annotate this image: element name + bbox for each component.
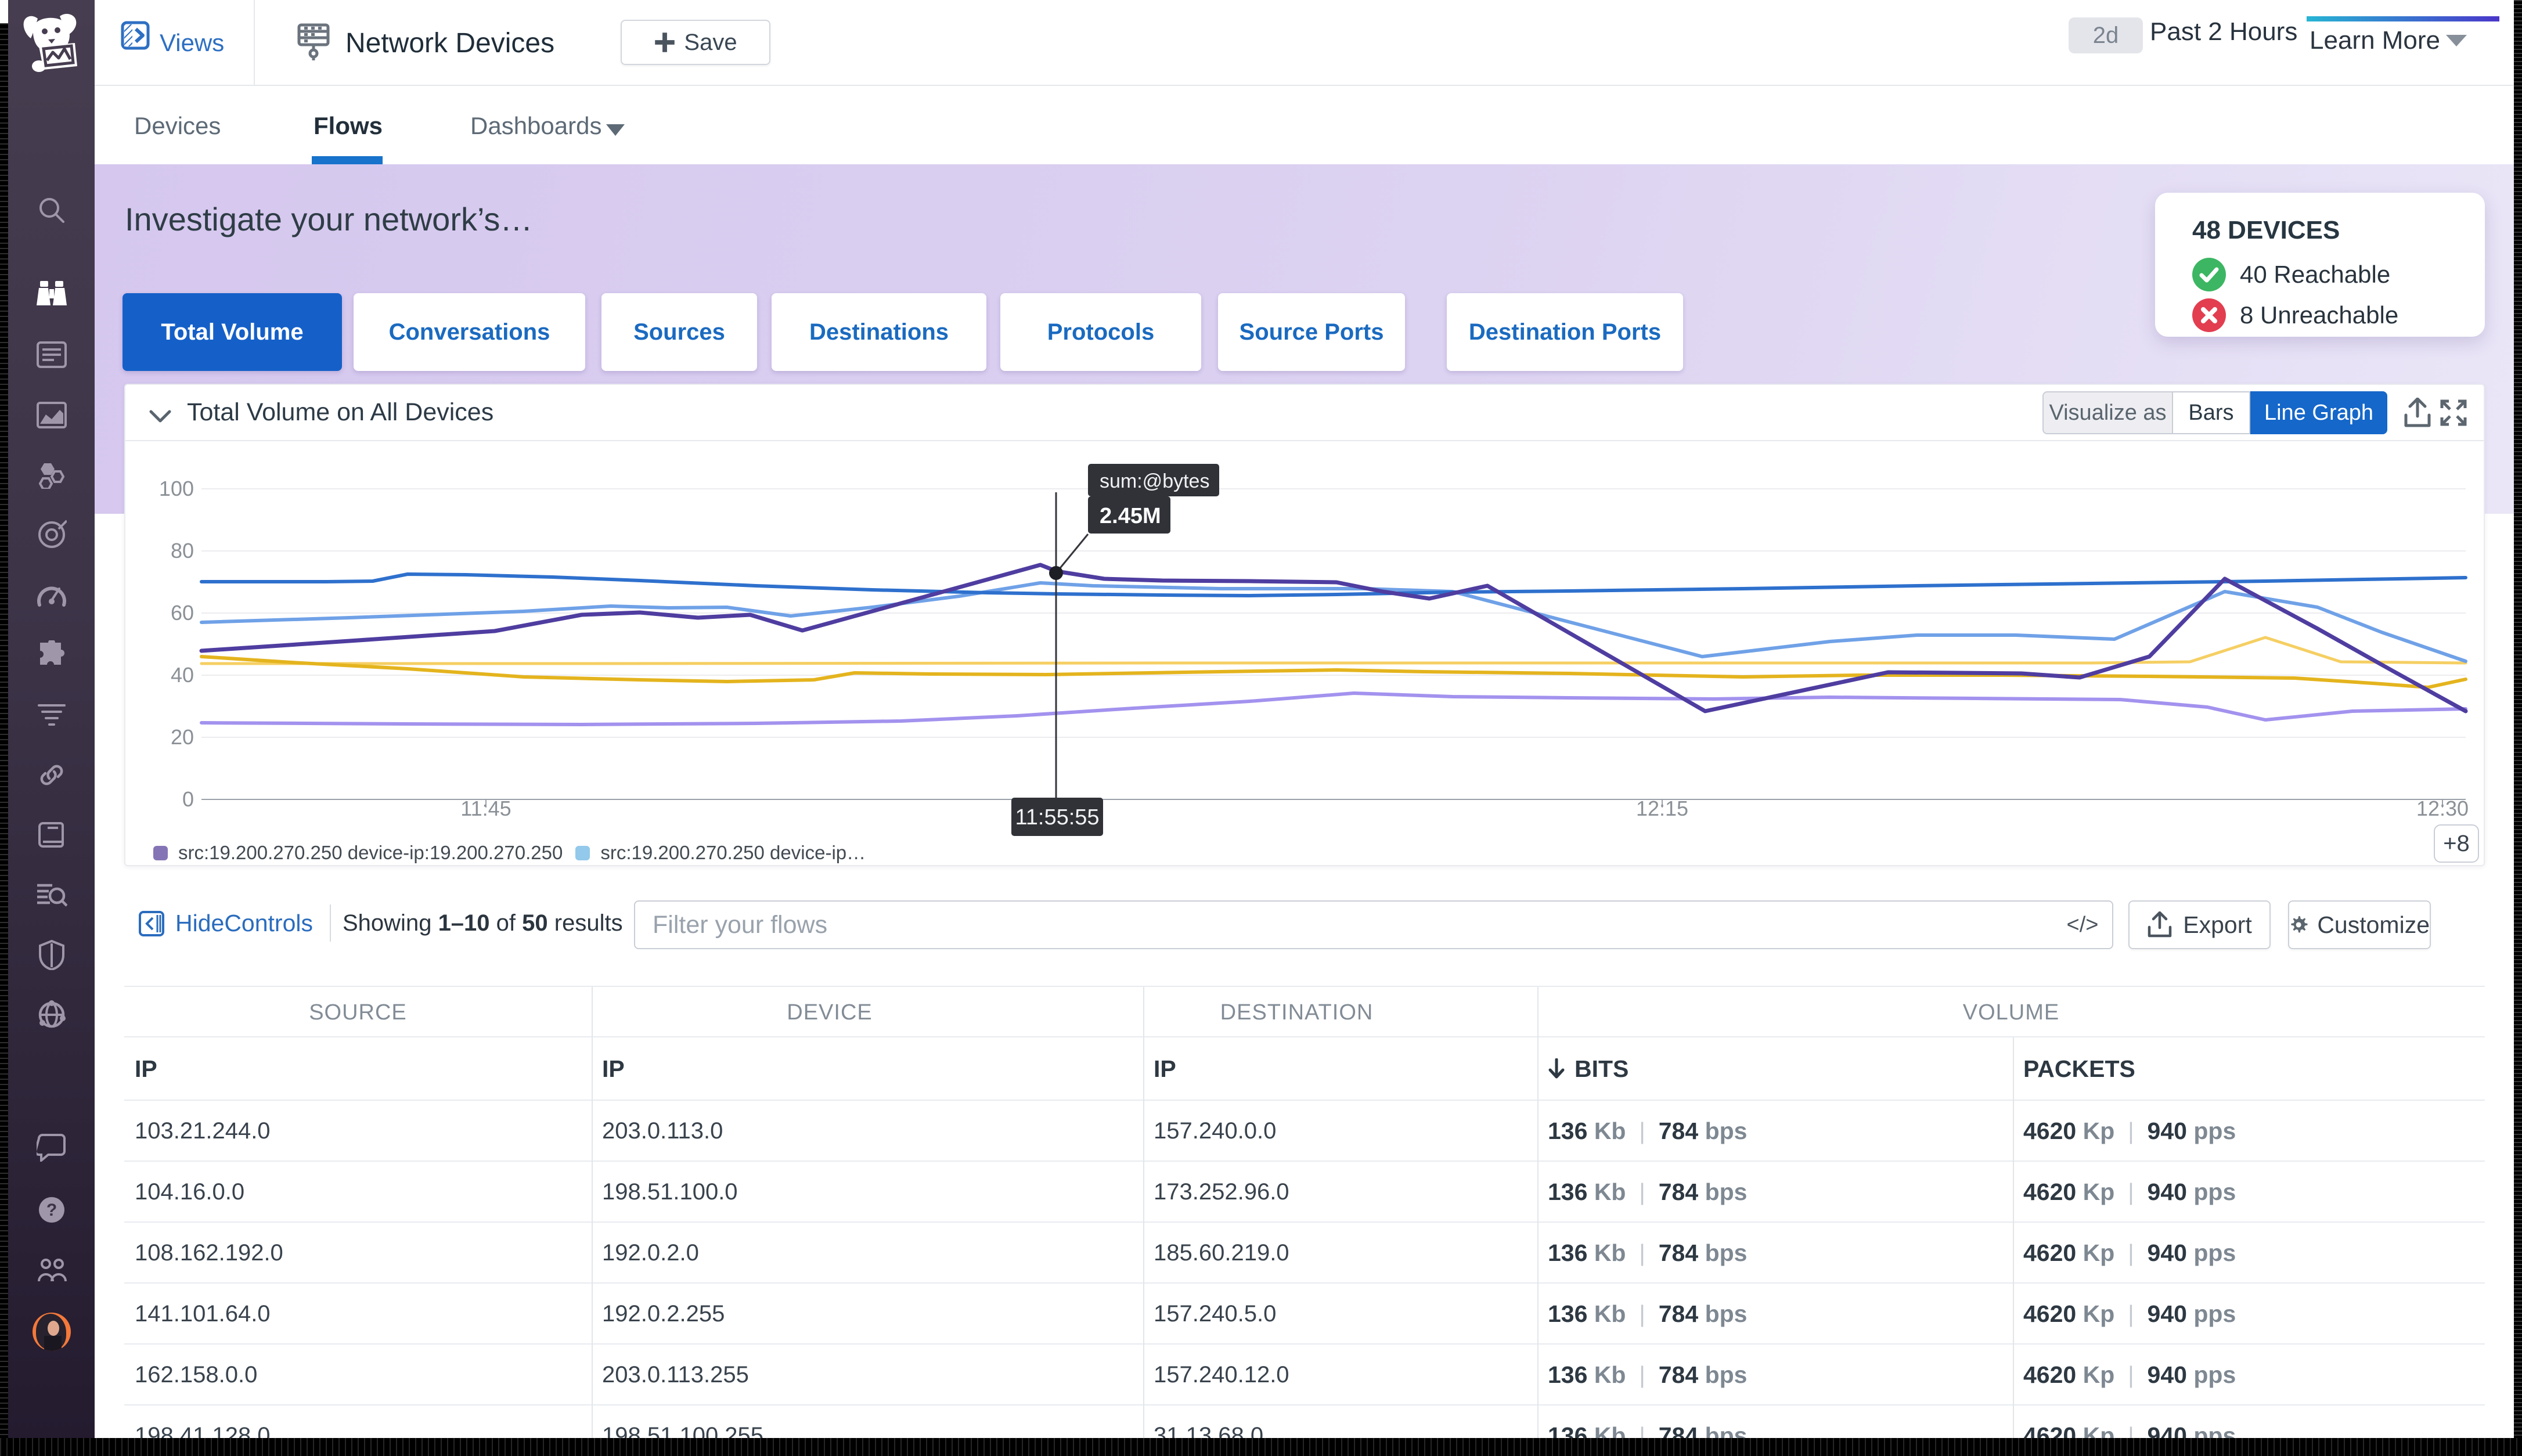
svg-text:80: 80 (171, 539, 194, 563)
svg-text:2.45M: 2.45M (1100, 504, 1161, 528)
svg-text:100: 100 (159, 477, 194, 500)
svg-text:60: 60 (171, 601, 194, 625)
svg-text:11:55:55: 11:55:55 (1015, 805, 1099, 830)
svg-text:12:15: 12:15 (1636, 797, 1688, 820)
svg-text:0: 0 (182, 787, 194, 811)
svg-text:11:45: 11:45 (460, 797, 511, 820)
svg-text:?: ? (46, 1201, 56, 1220)
svg-text:sum:@bytes: sum:@bytes (1100, 470, 1209, 492)
svg-text:20: 20 (171, 725, 194, 749)
svg-text:12:30: 12:30 (2416, 797, 2469, 820)
svg-text:40: 40 (171, 663, 194, 687)
